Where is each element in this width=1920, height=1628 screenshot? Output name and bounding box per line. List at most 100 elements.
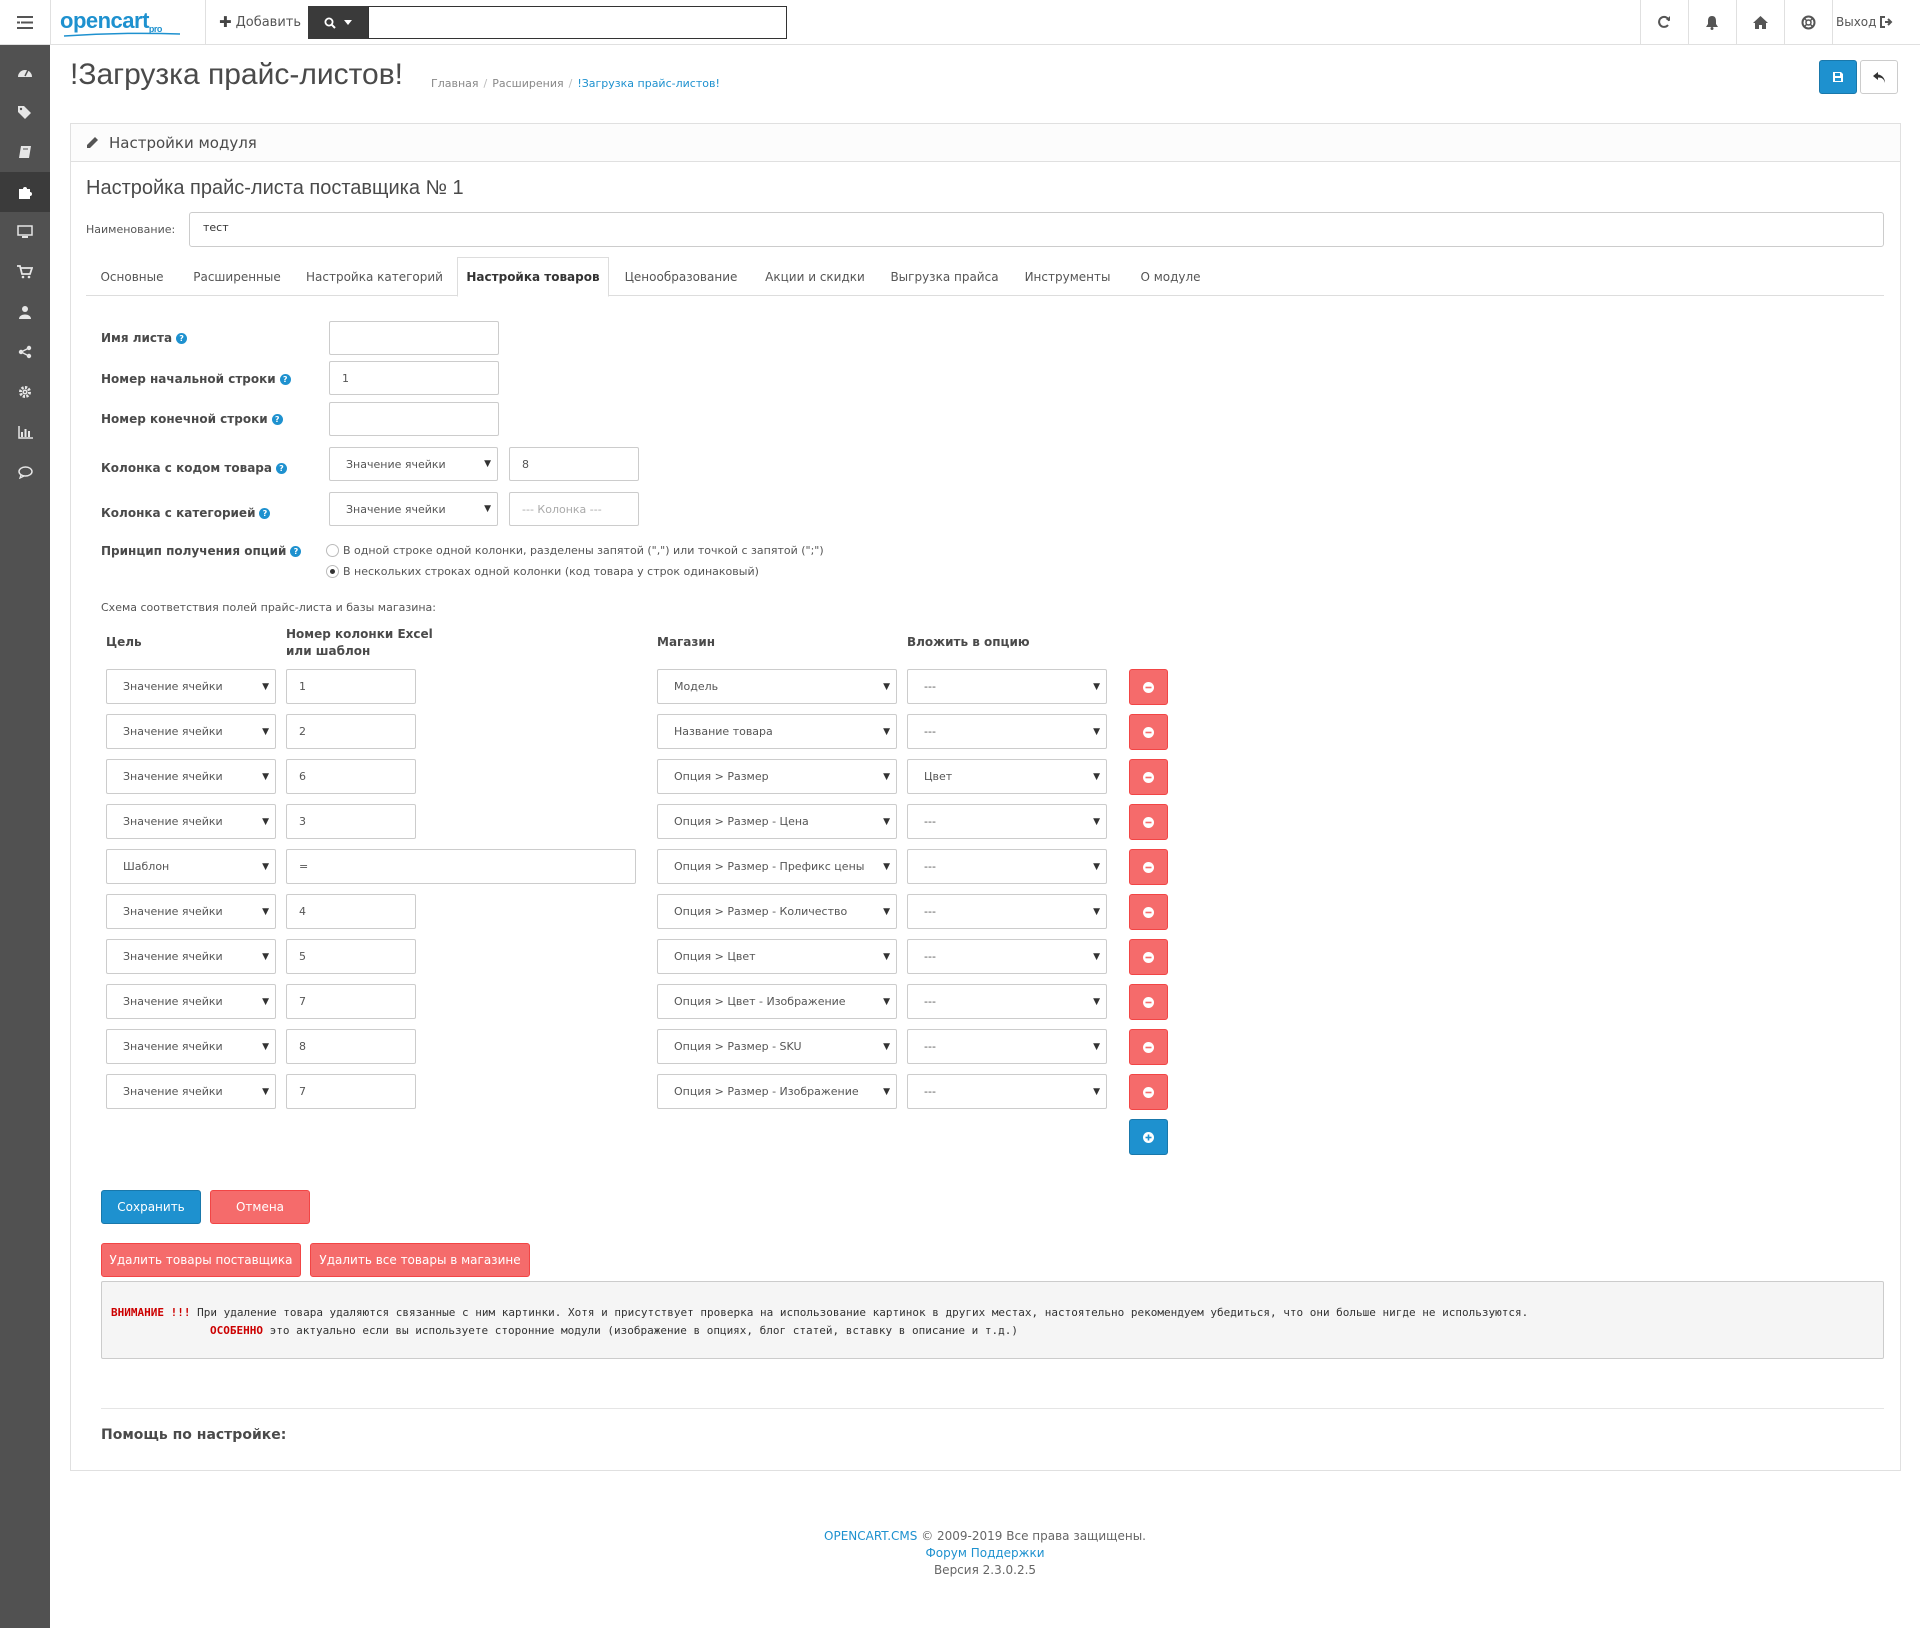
tab-basic[interactable]: Основные [86, 257, 178, 296]
help-icon[interactable]: ? [259, 507, 271, 519]
add-row-button[interactable] [1129, 1119, 1168, 1155]
store-field-select[interactable]: Опция > Цвет ▼ [657, 939, 897, 974]
option-select[interactable]: --- ▼ [907, 1074, 1107, 1109]
search-input[interactable] [368, 6, 787, 39]
target-select[interactable]: Значение ячейки ▼ [106, 984, 276, 1019]
target-select[interactable]: Значение ячейки ▼ [106, 894, 276, 929]
store-field-select[interactable]: Название товара ▼ [657, 714, 897, 749]
home-icon[interactable] [1736, 0, 1784, 44]
radio-button[interactable] [326, 565, 339, 578]
excel-col-input[interactable]: 3 [286, 804, 416, 839]
refresh-icon[interactable] [1640, 0, 1688, 44]
start-row-input[interactable]: 1 [329, 361, 499, 395]
tab-about[interactable]: О модуле [1123, 257, 1218, 296]
end-row-input[interactable] [329, 402, 499, 436]
sidebar-item-extensions[interactable] [0, 132, 50, 172]
store-field-select[interactable]: Опция > Размер - Количество ▼ [657, 894, 897, 929]
store-field-select[interactable]: Опция > Размер ▼ [657, 759, 897, 794]
store-field-select[interactable]: Опция > Размер - Изображение ▼ [657, 1074, 897, 1109]
bell-icon[interactable] [1688, 0, 1736, 44]
store-field-select[interactable]: Модель ▼ [657, 669, 897, 704]
search-dropdown-button[interactable] [308, 6, 368, 39]
tab-pricing[interactable]: Ценообразование [609, 257, 753, 296]
excel-col-input[interactable]: 5 [286, 939, 416, 974]
footer-brand-link[interactable]: OPENCART.CMS [824, 1529, 917, 1543]
option-select[interactable]: Цвет ▼ [907, 759, 1107, 794]
option-select[interactable]: --- ▼ [907, 714, 1107, 749]
cat-col-select[interactable]: Значение ячейки ▼ [329, 492, 498, 526]
sidebar-item-dashboard[interactable] [0, 52, 50, 92]
target-select[interactable]: Значение ячейки ▼ [106, 759, 276, 794]
sidebar-item-modules[interactable] [0, 172, 50, 212]
tab-products[interactable]: Настройка товаров [457, 257, 609, 297]
store-field-select[interactable]: Опция > Размер - Префикс цены ▼ [657, 849, 897, 884]
tab-categories[interactable]: Настройка категорий [296, 257, 453, 296]
help-icon[interactable]: ? [290, 545, 302, 557]
footer-forum-link[interactable]: Форум Поддержки [50, 1545, 1920, 1562]
save-button[interactable]: Сохранить [101, 1190, 201, 1224]
sidebar-item-system[interactable] [0, 372, 50, 412]
remove-row-button[interactable] [1129, 759, 1168, 795]
remove-row-button[interactable] [1129, 894, 1168, 930]
name-input[interactable]: тест [189, 212, 1884, 247]
sidebar-item-comments[interactable] [0, 452, 50, 492]
store-field-select[interactable]: Опция > Цвет - Изображение ▼ [657, 984, 897, 1019]
excel-col-input[interactable]: 7 [286, 1074, 416, 1109]
sheet-name-input[interactable] [329, 321, 499, 355]
remove-row-button[interactable] [1129, 714, 1168, 750]
breadcrumb-home[interactable]: Главная [431, 77, 479, 90]
support-icon[interactable] [1784, 0, 1832, 44]
option-select[interactable]: --- ▼ [907, 984, 1107, 1019]
menu-toggle-icon[interactable] [0, 0, 50, 44]
help-icon[interactable]: ? [275, 462, 287, 474]
option-select[interactable]: --- ▼ [907, 849, 1107, 884]
option-select[interactable]: --- ▼ [907, 669, 1107, 704]
remove-row-button[interactable] [1129, 669, 1168, 705]
help-icon[interactable]: ? [279, 373, 291, 385]
target-select[interactable]: Значение ячейки ▼ [106, 669, 276, 704]
delete-supplier-products-button[interactable]: Удалить товары поставщика [101, 1243, 301, 1277]
target-select[interactable]: Значение ячейки ▼ [106, 714, 276, 749]
excel-col-input[interactable]: 2 [286, 714, 416, 749]
excel-col-input[interactable]: 8 [286, 1029, 416, 1064]
radio-button[interactable] [326, 544, 339, 557]
logout-button[interactable]: Выход [1836, 0, 1894, 44]
sidebar-item-design[interactable] [0, 212, 50, 252]
code-col-select[interactable]: Значение ячейки ▼ [329, 447, 498, 481]
sidebar-item-sales[interactable] [0, 252, 50, 292]
store-field-select[interactable]: Опция > Размер - Цена ▼ [657, 804, 897, 839]
excel-col-input[interactable]: 4 [286, 894, 416, 929]
cancel-button[interactable]: Отмена [210, 1190, 310, 1224]
excel-col-input[interactable]: 7 [286, 984, 416, 1019]
sidebar-item-marketing[interactable] [0, 332, 50, 372]
code-col-input[interactable]: 8 [509, 447, 639, 481]
sidebar-item-reports[interactable] [0, 412, 50, 452]
target-select[interactable]: Значение ячейки ▼ [106, 804, 276, 839]
target-select[interactable]: Значение ячейки ▼ [106, 1029, 276, 1064]
target-select[interactable]: Значение ячейки ▼ [106, 1074, 276, 1109]
help-icon[interactable]: ? [176, 332, 188, 344]
tab-export[interactable]: Выгрузка прайса [877, 257, 1012, 296]
target-select[interactable]: Шаблон ▼ [106, 849, 276, 884]
excel-col-input[interactable]: 1 [286, 669, 416, 704]
remove-row-button[interactable] [1129, 1029, 1168, 1065]
tab-discounts[interactable]: Акции и скидки [753, 257, 877, 296]
delete-all-products-button[interactable]: Удалить все товары в магазине [310, 1243, 530, 1277]
tab-advanced[interactable]: Расширенные [178, 257, 296, 296]
excel-col-input[interactable]: 6 [286, 759, 416, 794]
option-select[interactable]: --- ▼ [907, 939, 1107, 974]
breadcrumb-current[interactable]: !Загрузка прайс-листов! [577, 77, 720, 90]
remove-row-button[interactable] [1129, 984, 1168, 1020]
excel-col-input[interactable]: = [286, 849, 636, 884]
target-select[interactable]: Значение ячейки ▼ [106, 939, 276, 974]
add-button[interactable]: ✚ Добавить [219, 0, 301, 44]
help-icon[interactable]: ? [271, 413, 283, 425]
remove-row-button[interactable] [1129, 849, 1168, 885]
remove-row-button[interactable] [1129, 1074, 1168, 1110]
sidebar-item-customers[interactable] [0, 292, 50, 332]
cat-col-input[interactable]: --- Колонка --- [509, 492, 639, 526]
tab-tools[interactable]: Инструменты [1012, 257, 1123, 296]
option-radio-1[interactable]: В одной строке одной колонки, разделены … [326, 544, 824, 557]
opencart-logo[interactable]: opencartpro [60, 8, 181, 37]
option-radio-2[interactable]: В нескольких строках одной колонки (код … [326, 565, 759, 578]
